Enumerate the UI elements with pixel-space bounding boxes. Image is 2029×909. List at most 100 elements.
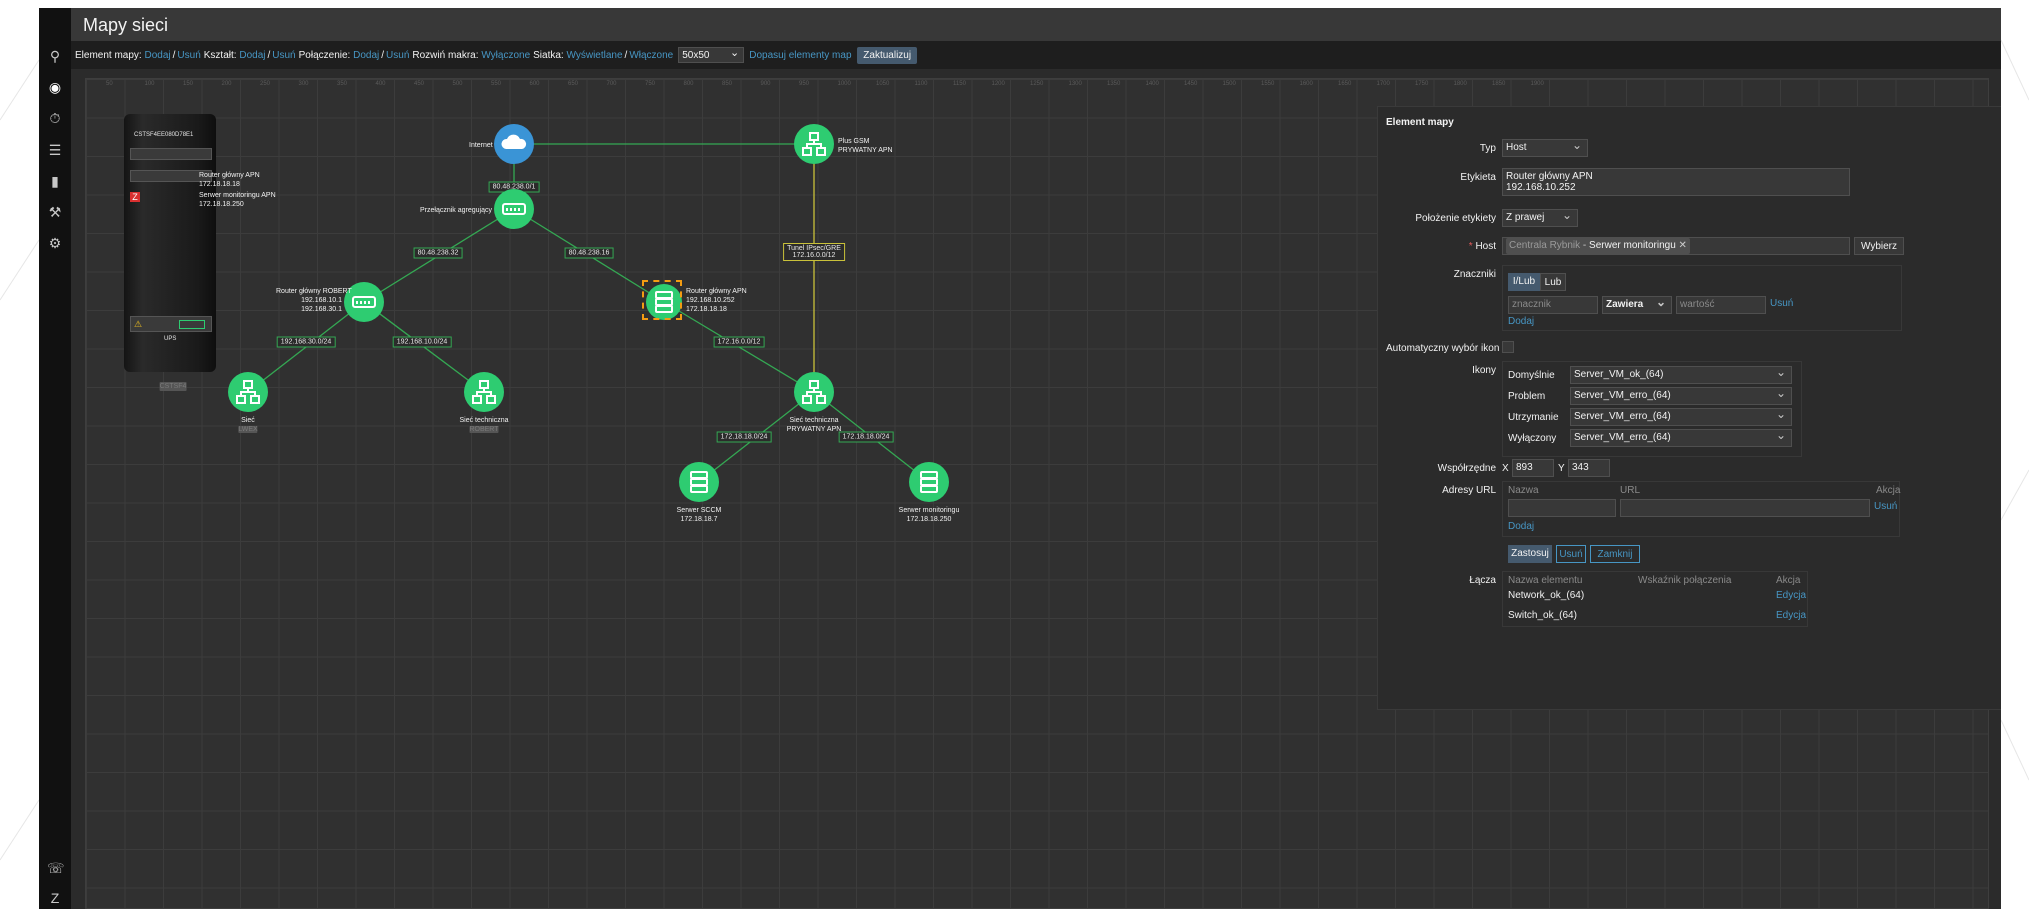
rack-image[interactable]: CSTSF4EE080D78E1 Z ⚠ UPS <box>124 114 216 372</box>
tech-net-node[interactable] <box>464 372 504 412</box>
mon-node[interactable] <box>909 462 949 502</box>
element-remove-link[interactable]: Usuń <box>177 50 200 61</box>
label-position-label: Położenie etykiety <box>1415 213 1496 224</box>
icon-state-disabled: Wyłączony <box>1508 433 1557 444</box>
macros-toggle-link[interactable]: Wyłączone <box>481 50 530 61</box>
link-row-1-edit[interactable]: Edycja <box>1776 590 1806 601</box>
icon-problem-select[interactable]: Server_VM_erro_(64) <box>1570 385 1792 405</box>
x-input[interactable]: 893 <box>1512 459 1554 477</box>
fit-elements-link[interactable]: Dopasuj elementy map <box>749 50 851 61</box>
server-icon <box>920 471 938 493</box>
stopwatch-icon[interactable]: ⏱ <box>47 110 63 126</box>
url-name-header: Nazwa <box>1508 485 1539 496</box>
element-add-link[interactable]: Dodaj <box>144 50 170 61</box>
zabbix-logo-icon[interactable]: Z <box>47 890 63 906</box>
grid-size-select[interactable]: 50x50 <box>678 45 745 63</box>
sccm-node[interactable] <box>679 462 719 502</box>
icon-maintenance-select[interactable]: Server_VM_erro_(64) <box>1570 406 1792 426</box>
link-right-label[interactable]: 80.48.238.16 <box>564 247 614 259</box>
host-select-button[interactable]: Wybierz <box>1854 237 1904 255</box>
remove-button[interactable]: Usuń <box>1556 545 1586 563</box>
wrench-icon[interactable]: ⚒ <box>47 204 63 220</box>
shape-add-link[interactable]: Dodaj <box>239 50 265 61</box>
switch-icon <box>502 203 526 215</box>
battery-icon <box>179 320 205 329</box>
ups-unit: ⚠ <box>130 316 212 332</box>
tag-value-input[interactable]: wartość <box>1676 296 1766 314</box>
link-172-label[interactable]: 172.16.0.0/12 <box>713 336 765 348</box>
plus-gsm-node[interactable] <box>794 124 834 164</box>
tag-operator-select[interactable]: Zawiera <box>1602 294 1672 314</box>
internet-node[interactable] <box>494 124 534 164</box>
settings-icon[interactable]: ⚙ <box>47 235 63 251</box>
host-label: * Host <box>1468 241 1496 252</box>
switch-label: Przełącznik agregujący <box>420 207 492 214</box>
plus-gsm-label: Plus GSM PRYWATNY APN <box>838 138 893 154</box>
host-chip[interactable]: Centrala Rybnik - Serwer monitoringu ✕ <box>1506 238 1690 254</box>
tunnel-label[interactable]: Tunel IPsec/GRE 172.16.0.0/12 <box>783 243 845 261</box>
warning-icon: ⚠ <box>134 319 143 329</box>
support-icon[interactable]: ☏ <box>47 860 65 876</box>
host-multiselect[interactable]: Centrala Rybnik - Serwer monitoringu ✕ <box>1502 237 1850 255</box>
zabbix-icon: Z <box>130 192 140 202</box>
search-icon[interactable]: ⚲ <box>47 48 63 64</box>
rack-sub-label: CSTSF4 <box>159 382 187 391</box>
server-icon <box>690 471 708 493</box>
link-left-label[interactable]: 80.48.238.32 <box>413 247 463 259</box>
type-select[interactable]: Host <box>1502 137 1588 157</box>
link-label: Połączenie: <box>298 49 351 61</box>
tags-andor-button[interactable]: I/Lub <box>1508 273 1540 291</box>
close-button[interactable]: Zamknij <box>1590 545 1640 563</box>
selection-frame <box>642 280 682 320</box>
coords-label: Współrzędne <box>1437 463 1496 474</box>
link-add-link[interactable]: Dodaj <box>353 50 379 61</box>
tag-add-link[interactable]: Dodaj <box>1508 316 1534 327</box>
header: Mapy sieci <box>71 8 2001 41</box>
icon-default-select[interactable]: Server_VM_ok_(64) <box>1570 364 1792 384</box>
update-button[interactable]: Zaktualizuj <box>857 46 918 64</box>
switch-node[interactable] <box>494 189 534 229</box>
grid-on-link[interactable]: Włączone <box>629 50 673 61</box>
ups-label: UPS <box>164 336 177 342</box>
link-mon-label[interactable]: 172.18.18.0/24 <box>838 431 894 443</box>
link-sccm-label[interactable]: 172.18.18.0/24 <box>716 431 772 443</box>
net-node[interactable] <box>228 372 268 412</box>
link-row-2-edit[interactable]: Edycja <box>1776 610 1806 621</box>
url-input[interactable] <box>1620 499 1870 517</box>
grid-label: Siatka: <box>533 49 564 61</box>
shape-label: Kształt: <box>203 49 237 61</box>
page-title: Mapy sieci <box>83 15 169 35</box>
label-label: Etykieta <box>1460 172 1496 183</box>
router-apn-label: Router główny APN 192.168.10.252 172.18.18… <box>686 288 747 313</box>
label-position-select[interactable]: Z prawej <box>1502 207 1578 227</box>
urls-label: Adresy URL <box>1442 485 1496 496</box>
chart-icon[interactable]: ▮ <box>47 173 63 189</box>
grid-shown-link[interactable]: Wyświetlane <box>567 50 623 61</box>
icons-label: Ikony <box>1472 365 1496 376</box>
url-name-input[interactable] <box>1508 499 1616 517</box>
panel-title: Element mapy <box>1386 117 1454 128</box>
tag-name-input[interactable]: znacznik <box>1508 296 1598 314</box>
apply-button[interactable]: Zastosuj <box>1508 545 1552 563</box>
list-icon[interactable]: ☰ <box>47 142 63 158</box>
router-left-label: Router główny ROBERT 192.168.10.1 192.168.… <box>276 288 352 313</box>
label-textarea[interactable]: Router główny APN 192.168.10.252 <box>1502 168 1850 196</box>
cloud-icon <box>501 134 527 149</box>
tech-apn-node[interactable] <box>794 372 834 412</box>
y-input[interactable]: 343 <box>1568 459 1610 477</box>
eye-icon[interactable]: ◉ <box>47 79 63 95</box>
url-url-header: URL <box>1620 485 1641 496</box>
auto-icon-checkbox[interactable] <box>1502 341 1514 353</box>
icon-state-maintenance: Utrzymanie <box>1508 412 1559 423</box>
link-30-label[interactable]: 192.168.30.0/24 <box>276 336 336 348</box>
link-remove-link[interactable]: Usuń <box>386 50 409 61</box>
rack-server-label: Serwer monitoringu APN 172.18.18.250 <box>199 192 276 208</box>
shape-remove-link[interactable]: Usuń <box>272 50 295 61</box>
url-add-link[interactable]: Dodaj <box>1508 521 1534 532</box>
auto-icon-label: Automatyczny wybór ikon <box>1386 343 1500 354</box>
tag-remove-link[interactable]: Usuń <box>1770 298 1793 309</box>
icon-disabled-select[interactable]: Server_VM_erro_(64) <box>1570 427 1792 447</box>
tags-or-button[interactable]: Lub <box>1540 273 1566 291</box>
link-10-label[interactable]: 192.168.10.0/24 <box>392 336 452 348</box>
url-remove-link[interactable]: Usuń <box>1874 501 1897 512</box>
